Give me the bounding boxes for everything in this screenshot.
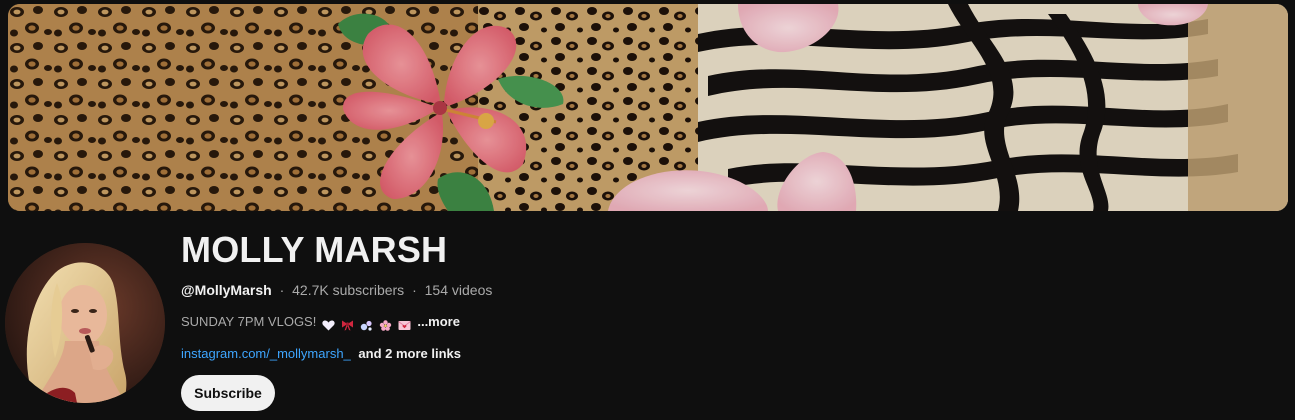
channel-handle: @MollyMarsh <box>181 282 272 298</box>
ribbon-icon <box>341 317 354 330</box>
avatar-image <box>5 243 165 403</box>
video-count: 154 videos <box>424 282 493 298</box>
channel-info: MOLLY MARSH @MollyMarsh · 42.7K subscrib… <box>181 230 1181 364</box>
white-heart-icon <box>322 317 335 330</box>
meta-separator: · <box>412 282 417 298</box>
subscribe-button[interactable]: Subscribe <box>181 375 275 411</box>
bubbles-icon <box>360 317 373 331</box>
channel-page: MOLLY MARSH @MollyMarsh · 42.7K subscrib… <box>0 0 1295 420</box>
channel-avatar[interactable] <box>5 243 165 403</box>
instagram-link[interactable]: instagram.com/_mollymarsh_ <box>181 346 351 361</box>
banner-artwork <box>8 4 1288 211</box>
channel-banner <box>8 4 1288 211</box>
description-emojis <box>322 317 412 331</box>
channel-links: instagram.com/_mollymarsh_ and 2 more li… <box>181 344 1181 364</box>
more-links-button[interactable]: and 2 more links <box>358 346 461 361</box>
channel-description[interactable]: SUNDAY 7PM VLOGS! ...more <box>181 312 1181 332</box>
description-text: SUNDAY 7PM VLOGS! <box>181 314 317 329</box>
channel-name: MOLLY MARSH <box>181 229 448 270</box>
channel-meta: @MollyMarsh · 42.7K subscribers · 154 vi… <box>181 280 1181 300</box>
subscriber-count: 42.7K subscribers <box>292 282 405 298</box>
cherry-blossom-icon <box>379 317 392 331</box>
description-more-button[interactable]: ...more <box>417 312 460 332</box>
meta-separator: · <box>279 282 285 298</box>
love-letter-icon <box>398 317 412 330</box>
